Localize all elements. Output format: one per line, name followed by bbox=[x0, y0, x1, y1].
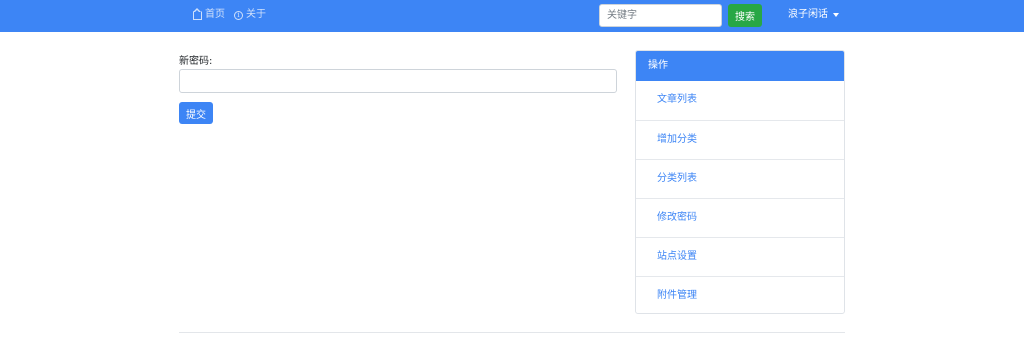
footer-divider bbox=[179, 332, 845, 333]
nav-link-about[interactable]: i 关于 bbox=[234, 9, 266, 21]
home-icon bbox=[193, 7, 202, 20]
sidebar-item-change-password[interactable]: 修改密码 bbox=[636, 198, 844, 237]
sidebar-actions-card: 操作 文章列表 增加分类 分类列表 修改密码 站点设置 附件管理 bbox=[635, 50, 845, 314]
user-menu-dropdown[interactable]: 浪子闲话 bbox=[788, 9, 839, 21]
info-icon: i bbox=[234, 10, 243, 20]
search-button[interactable]: 搜索 bbox=[728, 4, 762, 27]
sidebar-item-category-list[interactable]: 分类列表 bbox=[636, 159, 844, 198]
user-menu-label: 浪子闲话 bbox=[788, 9, 828, 20]
sidebar-header: 操作 bbox=[636, 51, 844, 81]
sidebar-item-article-list[interactable]: 文章列表 bbox=[636, 81, 844, 120]
sidebar-item-attachment-management[interactable]: 附件管理 bbox=[636, 276, 844, 313]
nav-link-home[interactable]: 首页 bbox=[193, 7, 225, 21]
nav-link-home-label: 首页 bbox=[205, 9, 225, 20]
nav-link-about-label: 关于 bbox=[246, 9, 266, 20]
sidebar-item-site-settings[interactable]: 站点设置 bbox=[636, 237, 844, 276]
top-navbar: 首页 i 关于 搜索 浪子闲话 bbox=[0, 0, 1024, 32]
submit-button[interactable]: 提交 bbox=[179, 102, 213, 124]
caret-down-icon bbox=[833, 13, 839, 17]
search-input[interactable] bbox=[599, 4, 722, 27]
new-password-field[interactable] bbox=[179, 69, 617, 93]
sidebar-item-add-category[interactable]: 增加分类 bbox=[636, 120, 844, 159]
new-password-label: 新密码: bbox=[179, 56, 213, 67]
